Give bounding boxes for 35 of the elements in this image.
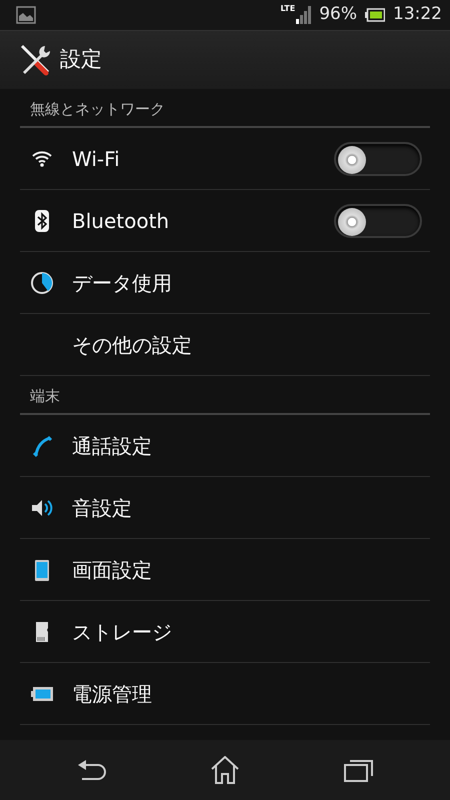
item-label: 電源管理 — [72, 680, 152, 708]
clock-time: 13:22 — [393, 3, 442, 26]
settings-item[interactable]: 電源管理 — [20, 663, 430, 725]
picture-icon — [16, 6, 36, 24]
settings-item[interactable]: ストレージ — [20, 601, 430, 663]
settings-item[interactable]: その他の設定 — [20, 314, 430, 376]
settings-item[interactable]: 画面設定 — [20, 539, 430, 601]
phone-icon — [30, 434, 54, 458]
data-usage-icon — [30, 270, 54, 295]
home-icon[interactable] — [210, 756, 240, 784]
item-label: データ使用 — [72, 270, 172, 296]
settings-item[interactable]: Bluetooth — [20, 190, 430, 252]
network-type: LTE — [280, 5, 296, 13]
item-label: Bluetooth — [72, 208, 170, 234]
item-label: Wi-Fi — [72, 146, 120, 172]
screen-title: 設定 — [60, 46, 102, 74]
item-label: 画面設定 — [72, 556, 152, 584]
item-label: 音設定 — [72, 494, 132, 522]
battery-percent: 96% — [319, 3, 357, 26]
settings-item[interactable]: 音設定 — [20, 477, 430, 539]
item-label: その他の設定 — [72, 332, 192, 358]
section-header: 無線とネットワーク — [20, 89, 430, 128]
toggle-switch[interactable] — [334, 142, 422, 176]
battery-icon — [365, 8, 385, 22]
settings-item[interactable]: データ使用 — [20, 252, 430, 314]
back-icon[interactable] — [76, 759, 106, 781]
toggle-switch[interactable] — [334, 204, 422, 238]
section-header: 端末 — [20, 376, 430, 415]
tools-icon — [18, 43, 52, 77]
signal-icon — [295, 5, 312, 25]
item-label: ストレージ — [72, 618, 172, 646]
settings-item[interactable]: Wi-Fi — [20, 128, 430, 190]
recent-apps-icon[interactable] — [344, 758, 374, 782]
item-label: 通話設定 — [72, 432, 152, 460]
settings-item[interactable]: 通話設定 — [20, 415, 430, 477]
